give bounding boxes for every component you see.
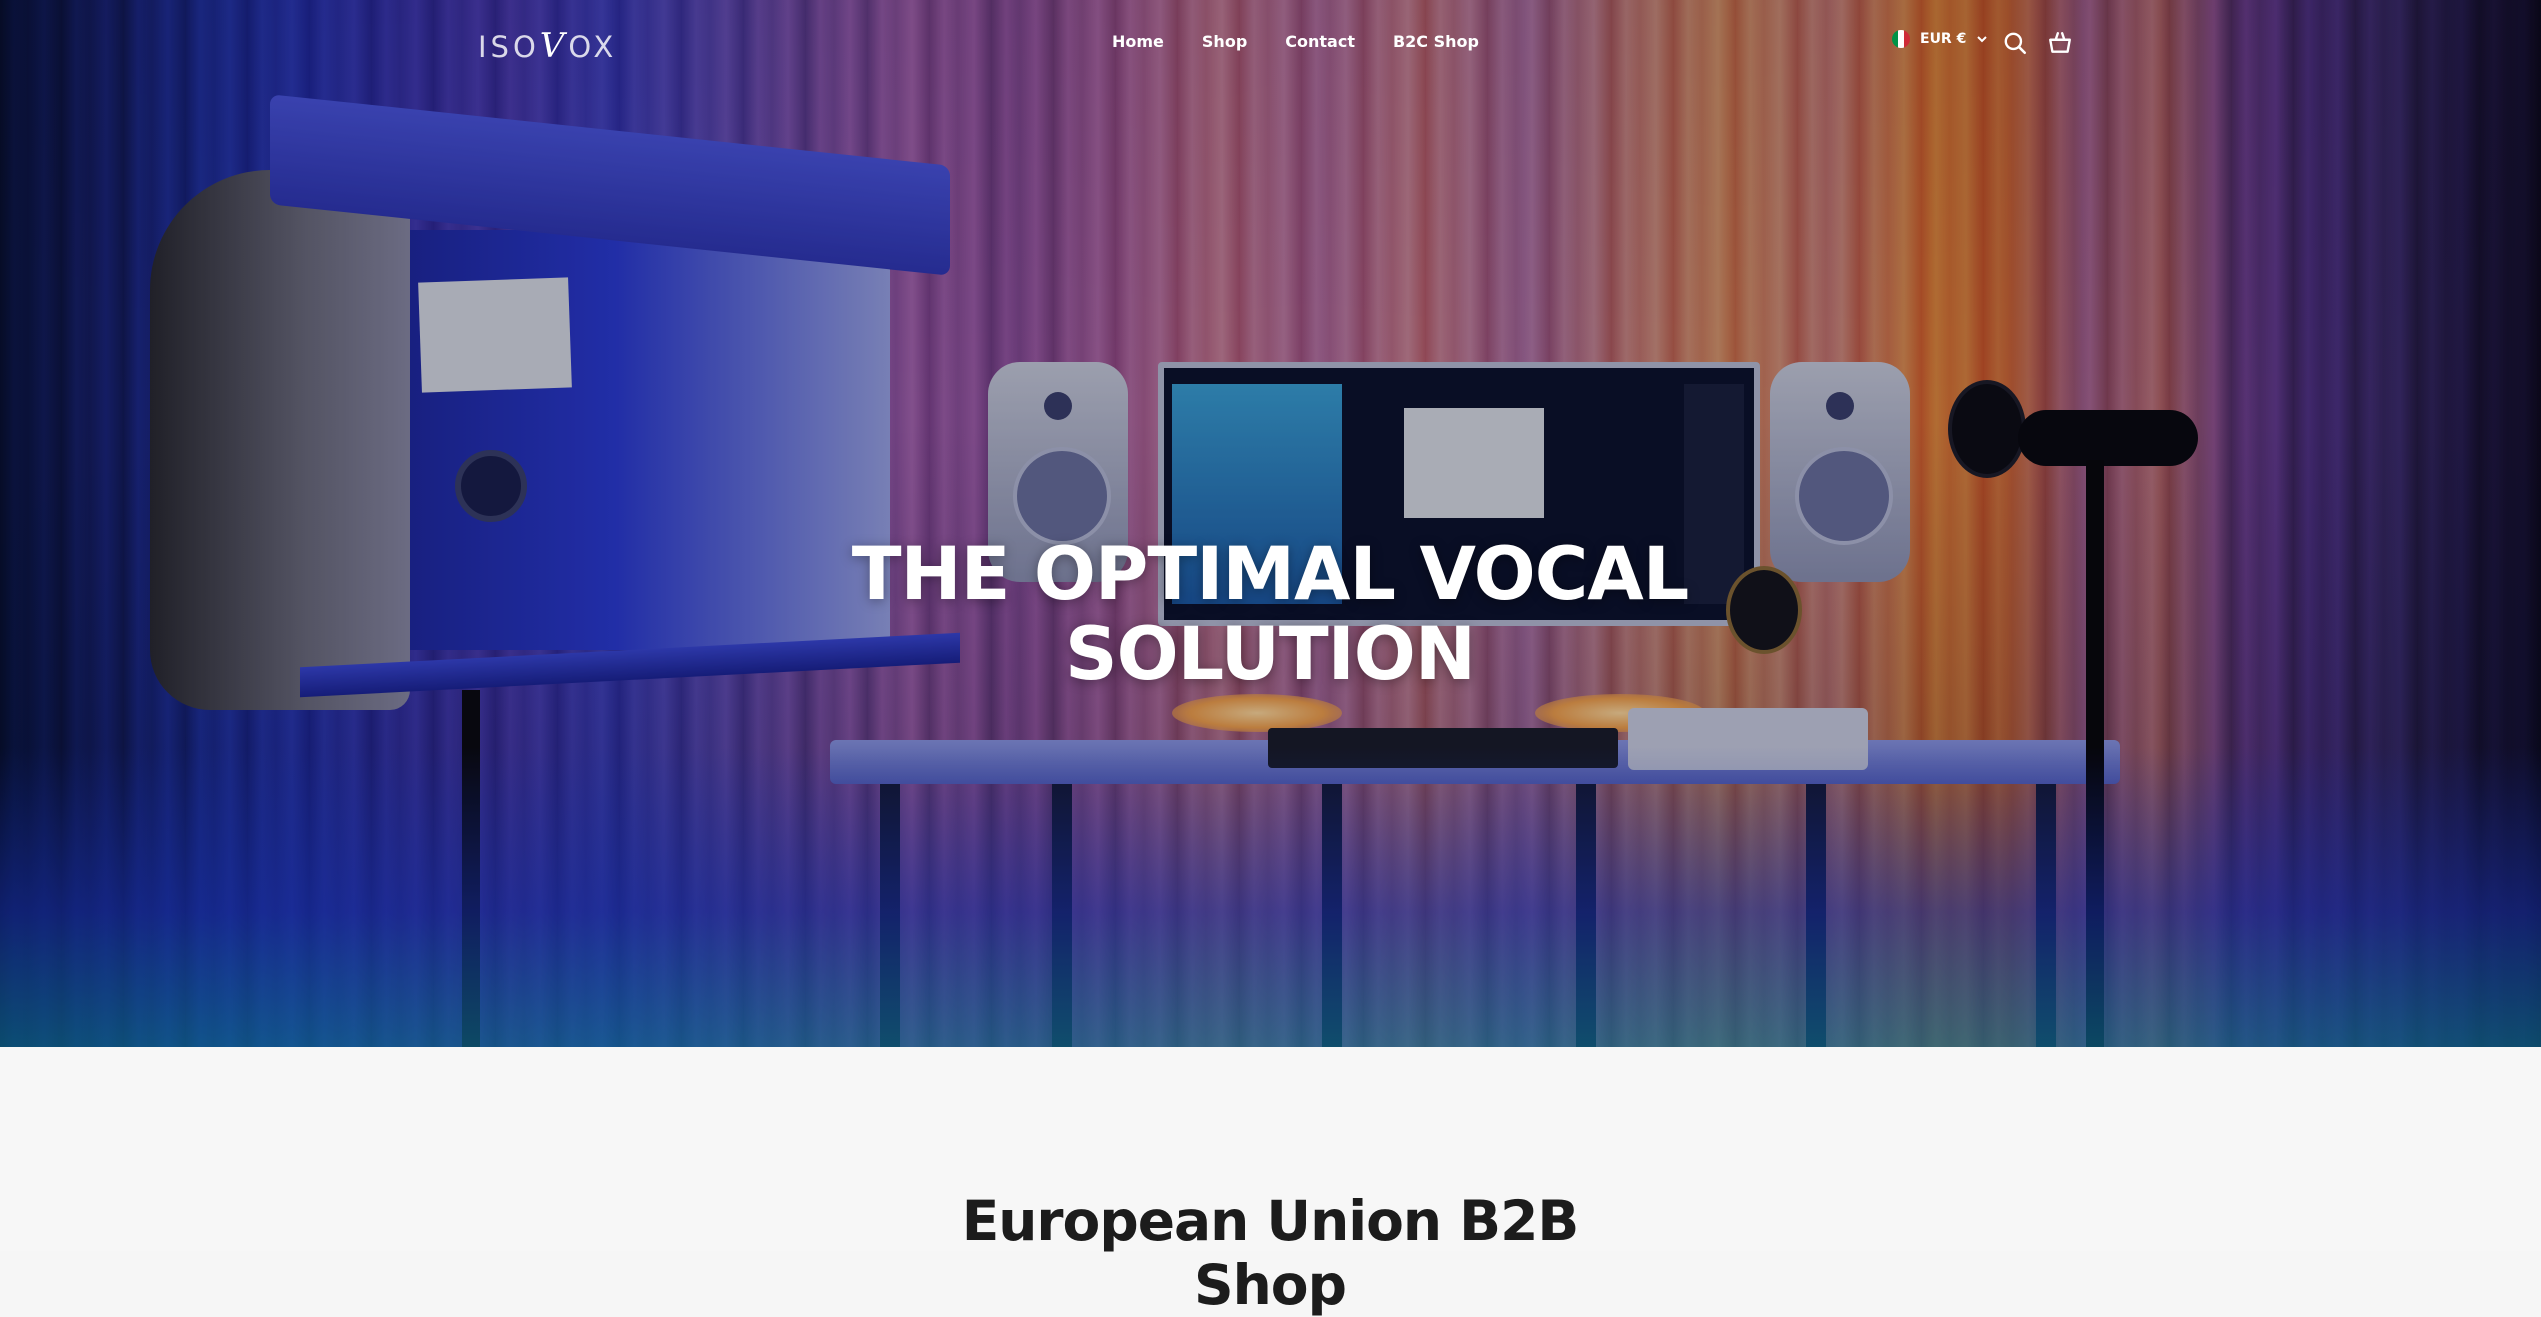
- nav-b2c-shop[interactable]: B2C Shop: [1393, 32, 1479, 51]
- nav-shop[interactable]: Shop: [1202, 32, 1247, 51]
- hero-banner: THE OPTIMAL VOCAL SOLUTION: [0, 0, 2541, 1047]
- b2b-shop-section: European Union B2B Shop: [0, 1047, 2541, 1317]
- section-title: European Union B2B Shop: [870, 1189, 1670, 1317]
- hero-title: THE OPTIMAL VOCAL SOLUTION: [770, 531, 1770, 697]
- italy-flag-icon: [1892, 30, 1910, 48]
- section-title-line1: European Union B2B: [961, 1188, 1580, 1253]
- currency-selector[interactable]: EUR €: [1892, 30, 1988, 48]
- section-title-line2: Shop: [1194, 1252, 1347, 1317]
- cart-icon[interactable]: [2047, 30, 2073, 56]
- main-navigation: Home Shop Contact B2C Shop: [1112, 32, 1517, 51]
- nav-home[interactable]: Home: [1112, 32, 1164, 51]
- site-header: ISOVOX Home Shop Contact B2C Shop EUR €: [0, 0, 2541, 88]
- isovox-logo[interactable]: ISOVOX: [478, 26, 617, 66]
- hero-overlay: [0, 0, 2541, 1047]
- hero-title-line2: SOLUTION: [1065, 611, 1476, 697]
- currency-label: EUR €: [1920, 31, 1967, 47]
- chevron-down-icon: [1977, 36, 1988, 43]
- hero-title-line1: THE OPTIMAL VOCAL: [851, 531, 1690, 617]
- search-icon[interactable]: [2002, 30, 2028, 56]
- nav-contact[interactable]: Contact: [1285, 32, 1355, 51]
